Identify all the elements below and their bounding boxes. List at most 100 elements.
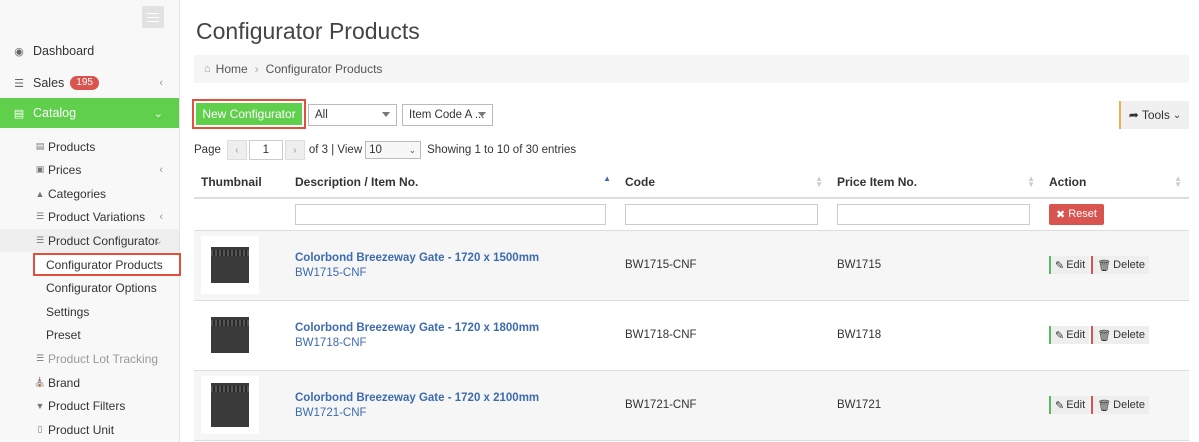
dashboard-icon: ◉ <box>14 45 24 58</box>
status-filter-value: All <box>315 109 328 121</box>
sidebar-item-settings[interactable]: Settings <box>0 300 179 323</box>
sidebar-item-product-unit[interactable]: ▯ Product Unit <box>0 418 179 441</box>
list-icon: ☰ <box>35 235 45 245</box>
prev-page-button[interactable]: ‹ <box>226 140 247 160</box>
page-number-input[interactable]: 1 <box>248 140 283 160</box>
sidebar-item-label: Categories <box>48 186 107 201</box>
sidebar-item-dashboard[interactable]: ◉ Dashboard <box>0 36 179 66</box>
caret-down-icon <box>478 112 486 117</box>
product-thumbnail[interactable] <box>201 236 259 294</box>
description-filter-input[interactable] <box>295 203 606 225</box>
product-code: BW1718-CNF <box>618 300 830 371</box>
product-title-link[interactable]: Colorbond Breezeway Gate - 1720 x 2100mm <box>295 392 618 404</box>
chevron-left-icon: ‹ <box>159 77 163 89</box>
delete-button[interactable]: 🗑 Delete <box>1091 396 1149 414</box>
delete-button[interactable]: 🗑 Delete <box>1091 256 1149 274</box>
share-icon: ➦ <box>1128 108 1139 122</box>
pencil-icon: ✎ <box>1055 329 1065 342</box>
sidebar-item-label: Preset <box>46 327 81 342</box>
product-item-no-link[interactable]: BW1715-CNF <box>295 267 618 279</box>
breadcrumb: ⌂ Home › Configurator Products <box>194 55 1189 83</box>
sitemap-icon: ▲ <box>35 188 45 199</box>
list-icon: ☰ <box>35 211 45 221</box>
file-icon: ▯ <box>37 424 43 434</box>
sales-count-badge: 195 <box>70 76 99 90</box>
code-filter-input[interactable] <box>625 203 818 225</box>
price-item-no: BW1718 <box>830 300 1042 371</box>
chevron-down-icon: ⌄ <box>1172 109 1182 121</box>
sidebar-item-label: Prices <box>48 162 82 177</box>
price-item-filter-input[interactable] <box>837 203 1030 225</box>
menu-toggle-icon[interactable] <box>142 6 164 28</box>
sort-icon: ▲ ▼ <box>815 174 823 189</box>
sidebar-item-configurator-products[interactable]: Configurator Products <box>0 253 181 276</box>
sort-field-select[interactable]: Item Code A ... <box>402 104 493 126</box>
sidebar-item-label: Product Lot Tracking <box>48 351 159 366</box>
sidebar-item-label: Product Configurator <box>48 233 159 248</box>
sidebar-item-products[interactable]: ▤ Products <box>0 135 179 158</box>
gate-image <box>211 317 249 353</box>
product-title-link[interactable]: Colorbond Breezeway Gate - 1720 x 1500mm <box>295 252 618 264</box>
sidebar-item-prices[interactable]: ▣ Prices ‹ <box>0 158 179 181</box>
sidebar-item-brand[interactable]: ⛪ Brand <box>0 371 179 394</box>
gate-image <box>211 383 249 427</box>
chevron-left-icon: ‹ <box>159 210 163 223</box>
new-configurator-highlight: New Configurator <box>192 99 306 129</box>
sidebar-item-configurator-options[interactable]: Configurator Options <box>0 276 179 299</box>
sidebar-item-preset[interactable]: Preset <box>0 323 179 346</box>
table-row: Colorbond Breezeway Gate - 1720 x 1500mm… <box>194 230 1189 301</box>
sidebar-item-product-configurator[interactable]: ☰ Product Configurator ⌄ <box>0 229 179 252</box>
delete-button[interactable]: 🗑 Delete <box>1091 326 1149 344</box>
trash-icon: 🗑 <box>1097 399 1112 412</box>
edit-button[interactable]: ✎ Edit <box>1049 396 1090 414</box>
sidebar-item-label: Sales <box>33 76 65 90</box>
sidebar-item-product-variations[interactable]: ☰ Product Variations ‹ <box>0 205 179 228</box>
tools-button[interactable]: ➦ Tools ⌄ <box>1119 101 1189 129</box>
pagination: Page ‹ 1 › of 3 | View 10 ⌄ Showing 1 to… <box>194 139 576 161</box>
breadcrumb-separator-icon: › <box>254 62 259 76</box>
close-icon: ✖ <box>1056 208 1066 221</box>
per-page-select[interactable]: 10 ⌄ <box>365 141 422 159</box>
filter-row: ✖ Reset <box>194 198 1189 231</box>
pencil-icon: ✎ <box>1055 259 1065 272</box>
price-item-no: BW1715 <box>830 230 1042 301</box>
edit-button[interactable]: ✎ Edit <box>1049 256 1090 274</box>
chevron-down-icon: ⌄ <box>408 145 417 155</box>
sort-icon: ▲ ▼ <box>1027 174 1035 189</box>
product-title-link[interactable]: Colorbond Breezeway Gate - 1720 x 1800mm <box>295 322 618 334</box>
product-item-no-link[interactable]: BW1718-CNF <box>295 337 618 349</box>
toolbar: New Configurator All Item Code A ... ➦ T… <box>192 99 1189 129</box>
breadcrumb-home[interactable]: Home <box>216 62 248 76</box>
status-filter-select[interactable]: All <box>308 104 397 126</box>
sidebar-item-product-lot-tracking[interactable]: ☰ Product Lot Tracking <box>0 347 179 370</box>
product-item-no-link[interactable]: BW1721-CNF <box>295 407 618 419</box>
trash-icon: 🗑 <box>1097 329 1112 342</box>
sort-asc-icon: ▲ <box>603 174 611 183</box>
selected-item-highlight: Configurator Products <box>33 253 181 276</box>
product-thumbnail[interactable] <box>201 376 259 434</box>
edit-button[interactable]: ✎ Edit <box>1049 326 1090 344</box>
sidebar-item-sales[interactable]: ☰ Sales 195 ‹ <box>0 68 179 98</box>
filter-icon: ▼ <box>35 400 45 411</box>
list-icon: ☰ <box>35 353 45 363</box>
price-item-no: BW1721 <box>830 370 1042 441</box>
next-page-button[interactable]: › <box>284 140 305 160</box>
column-header-description[interactable]: Description / Item No. ▲ <box>288 166 618 199</box>
product-thumbnail[interactable] <box>201 306 259 364</box>
entries-info: Showing 1 to 10 of 30 entries <box>427 144 577 156</box>
page-label: Page <box>194 144 221 156</box>
new-configurator-button[interactable]: New Configurator <box>196 103 302 125</box>
column-header-price-item[interactable]: Price Item No. ▲ ▼ <box>830 166 1042 199</box>
sidebar-item-product-filters[interactable]: ▼ Product Filters <box>0 394 179 417</box>
sidebar-item-label: Configurator Options <box>46 280 157 295</box>
sidebar-item-label: Product Variations <box>48 209 146 224</box>
column-header-action[interactable]: Action ▲ ▼ <box>1042 166 1189 199</box>
product-code: BW1715-CNF <box>618 230 830 301</box>
sidebar-item-label: Configurator Products <box>46 257 163 272</box>
sidebar-item-categories[interactable]: ▲ Categories <box>0 182 179 205</box>
caret-down-icon <box>382 112 390 117</box>
column-header-code[interactable]: Code ▲ ▼ <box>618 166 830 199</box>
reset-button[interactable]: ✖ Reset <box>1049 203 1104 225</box>
chevron-down-icon: ⌄ <box>153 107 163 120</box>
sidebar-item-catalog[interactable]: ▤ Catalog ⌄ <box>0 98 179 128</box>
